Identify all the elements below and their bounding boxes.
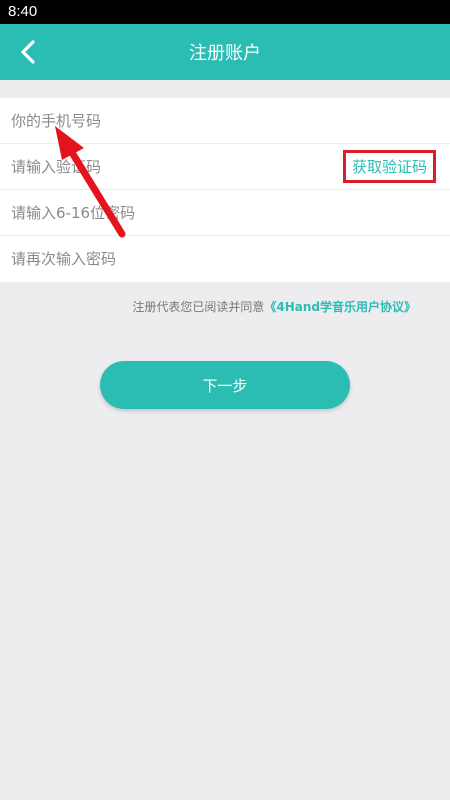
agreement-link[interactable]: 《4Hand学音乐用户协议》 <box>264 300 416 314</box>
status-bar: 8:40 <box>0 0 450 24</box>
register-form: 获取验证码 <box>0 98 450 282</box>
get-code-button[interactable]: 获取验证码 <box>342 150 436 183</box>
confirm-password-input[interactable] <box>11 250 436 268</box>
verification-code-input[interactable] <box>11 157 343 176</box>
phone-input[interactable] <box>11 111 436 130</box>
back-button[interactable] <box>14 38 42 66</box>
code-row: 获取验证码 <box>0 144 450 190</box>
chevron-left-icon <box>21 40 35 64</box>
confirm-password-row <box>0 236 450 282</box>
agreement-prefix: 注册代表您已阅读并同意 <box>132 300 265 314</box>
next-button[interactable]: 下一步 <box>100 361 350 409</box>
phone-row <box>0 98 450 144</box>
agreement-text: 注册代表您已阅读并同意《4Hand学音乐用户协议》 <box>0 298 450 315</box>
app-bar: 注册账户 <box>0 24 450 80</box>
status-time: 8:40 <box>8 3 38 20</box>
page-title: 注册账户 <box>189 43 261 64</box>
password-row <box>0 190 450 236</box>
password-input[interactable] <box>11 203 436 222</box>
